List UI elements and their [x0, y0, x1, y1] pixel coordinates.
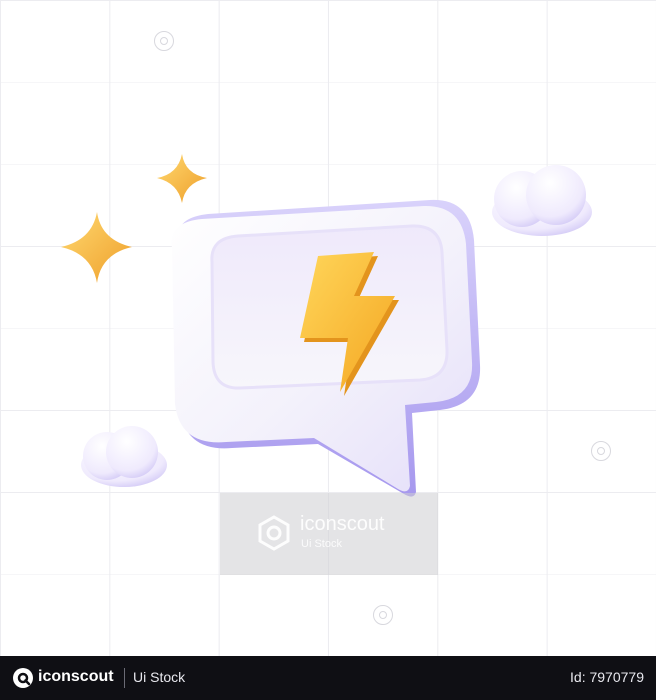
sparkle-icon [61, 212, 132, 283]
watermark-sub: Ui Stock [301, 538, 342, 550]
sparkle-icon [157, 154, 207, 203]
iconscout-logo-icon [258, 515, 290, 551]
footer-brand: iconscout [38, 668, 114, 685]
footer-divider [124, 668, 125, 688]
cloud-icon [492, 165, 592, 236]
footer-asset-id: Id: 7970779 [570, 669, 644, 685]
footer-bar: iconscout Ui Stock Id: 7970779 [0, 656, 656, 700]
watermark-brand: iconscout [300, 513, 385, 535]
footer-stock-label: Ui Stock [133, 669, 186, 685]
cloud-icon [81, 426, 167, 487]
iconscout-logo-icon [13, 668, 33, 688]
image-canvas: iconscout Ui Stock [0, 0, 656, 656]
speech-bubble-icon [171, 199, 481, 497]
center-watermark: iconscout Ui Stock [220, 493, 438, 575]
